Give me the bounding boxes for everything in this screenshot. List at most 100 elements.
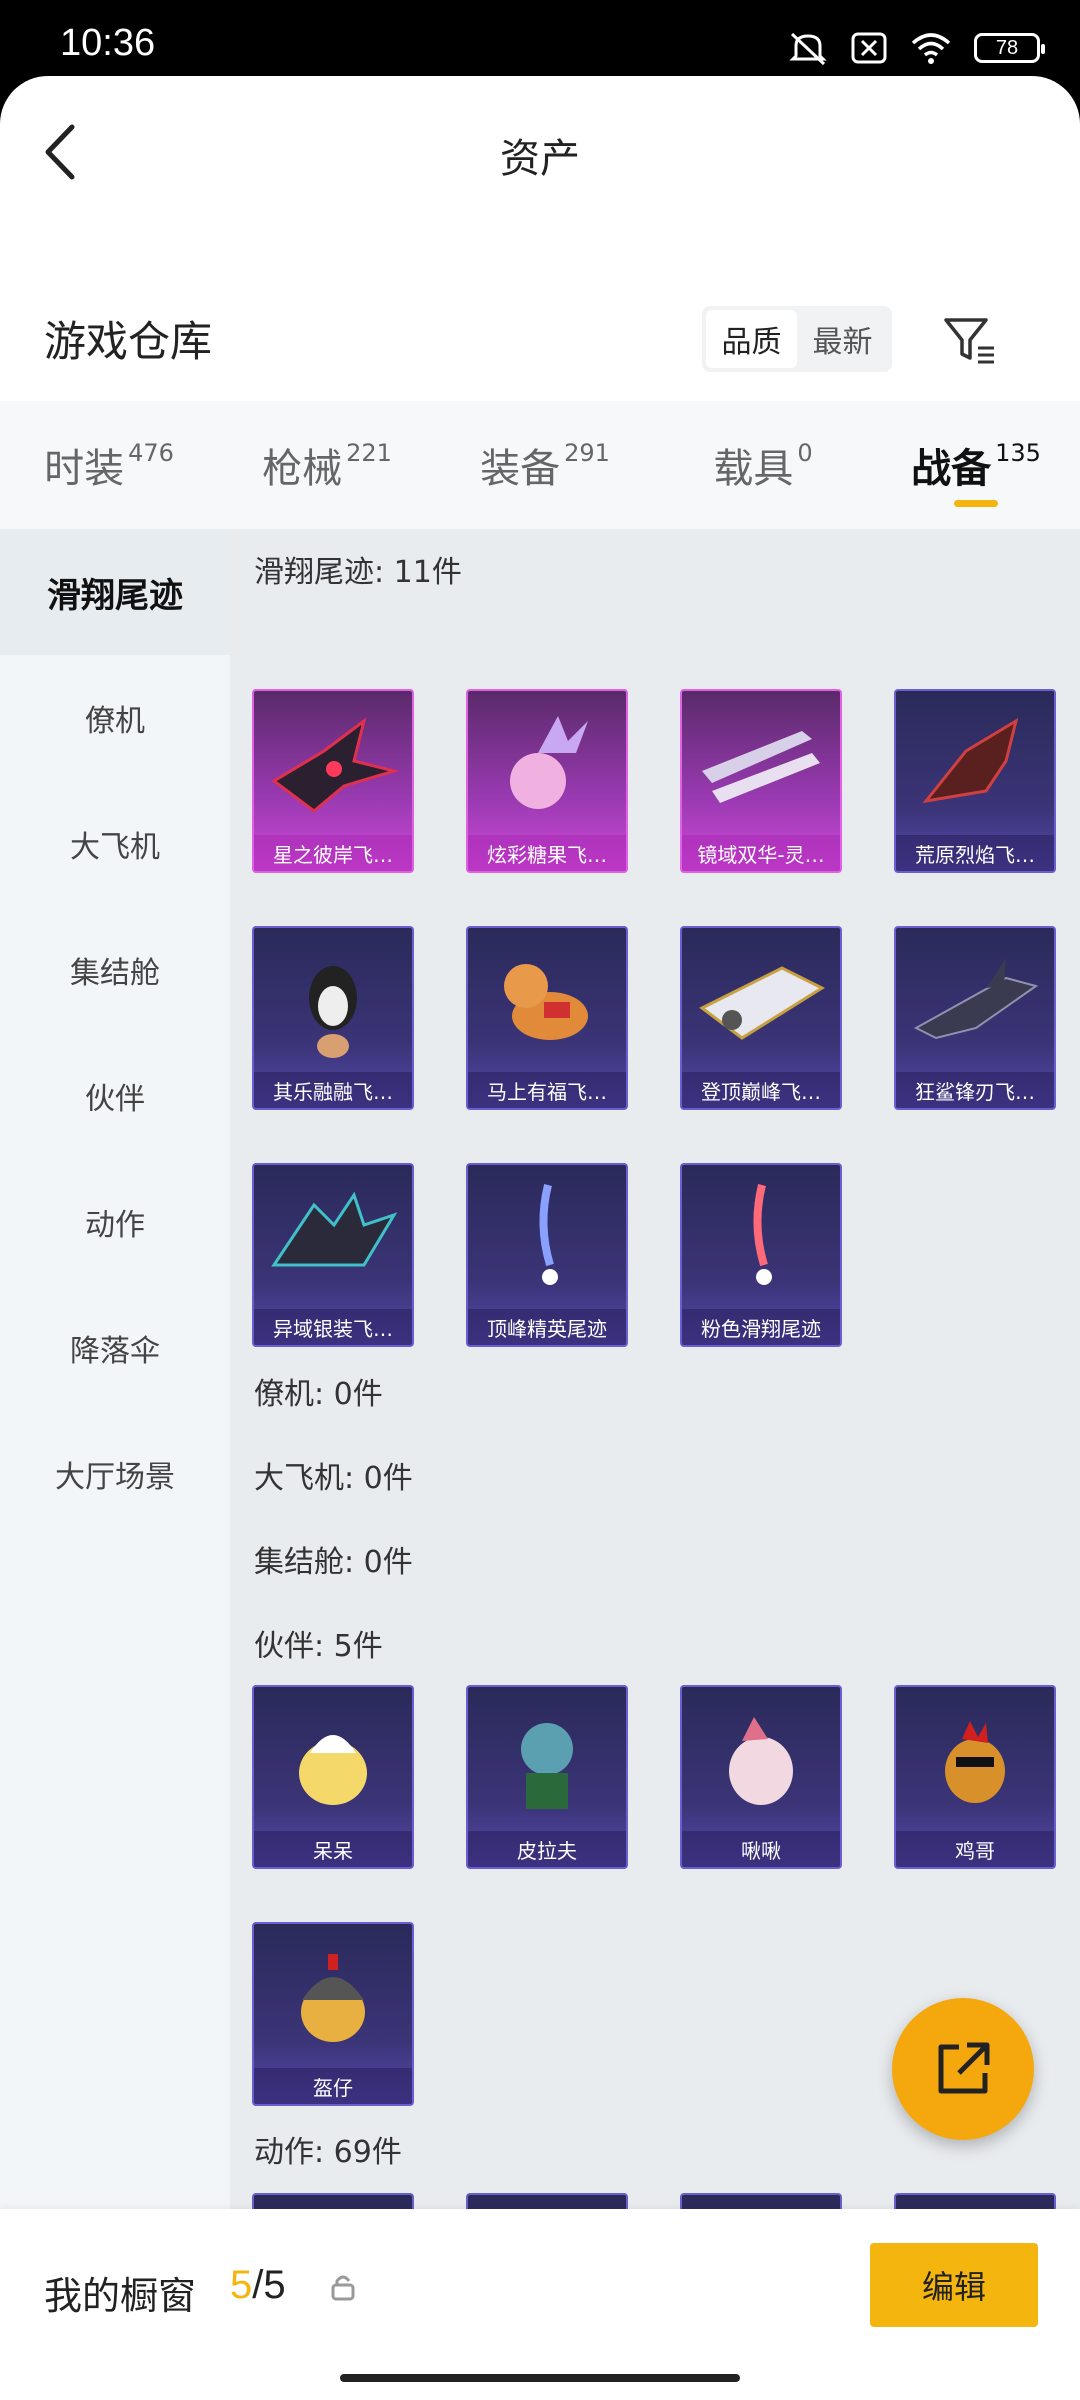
item-name: 盔仔: [254, 2068, 412, 2104]
item-card[interactable]: 盔仔: [252, 1922, 414, 2106]
status-icons: 78: [788, 30, 1045, 66]
pink-bird-icon: [729, 1717, 793, 1805]
dance-pose-icon: [468, 2195, 626, 2209]
item-card[interactable]: 其乐融融飞…: [252, 926, 414, 1110]
item-grid-area: 滑翔尾迹: 11件 星之彼岸飞… 炫彩糖果飞… 镜域双华-灵… 荒原烈焰飞… 其…: [230, 529, 1080, 2209]
helmet-chick-icon: [301, 1954, 365, 2042]
item-card[interactable]: 马上有福飞…: [466, 926, 628, 1110]
sidebar-item-rally-pod[interactable]: 集结舱: [0, 907, 230, 1033]
filter-button[interactable]: [940, 310, 1000, 370]
showcase-current: 5: [230, 2263, 253, 2307]
tab-weapons[interactable]: 枪械 221: [218, 401, 436, 529]
item-name: 顶峰精英尾迹: [468, 1309, 626, 1345]
item-card[interactable]: [252, 2193, 414, 2209]
home-indicator[interactable]: [340, 2374, 740, 2382]
sort-toggle: 品质 最新: [702, 306, 892, 372]
sidebar-item-wingman[interactable]: 僚机: [0, 655, 230, 781]
item-card[interactable]: 镜域双华-灵…: [680, 689, 842, 873]
tab-count: 291: [564, 439, 610, 467]
edit-button[interactable]: 编辑: [870, 2243, 1038, 2327]
item-card[interactable]: 星之彼岸飞…: [252, 689, 414, 873]
item-card[interactable]: 啾啾: [680, 1685, 842, 1869]
item-card[interactable]: 皮拉夫: [466, 1685, 628, 1869]
item-card[interactable]: 狂鲨锋刃飞…: [894, 926, 1056, 1110]
tab-label: 战备: [911, 446, 992, 492]
warehouse-title: 游戏仓库: [44, 317, 213, 366]
sidebar: 滑翔尾迹 僚机 大飞机 集结舱 伙伴 动作 降落伞 大厅场景: [0, 529, 230, 2209]
item-card[interactable]: [894, 2193, 1056, 2209]
category-label-glide-trail: 滑翔尾迹: 11件: [254, 555, 462, 590]
item-card[interactable]: 登顶巅峰飞…: [680, 926, 842, 1110]
showcase-count: 5/5: [230, 2263, 286, 2308]
sidebar-item-parachute[interactable]: 降落伞: [0, 1285, 230, 1411]
item-card[interactable]: 荒原烈焰飞…: [894, 689, 1056, 873]
item-name: 星之彼岸飞…: [254, 835, 412, 871]
page-title: 资产: [500, 136, 580, 182]
lock-icon: [331, 2275, 355, 2301]
tab-battle-prep[interactable]: 战备 135: [872, 401, 1080, 529]
battery-level: 78: [995, 36, 1019, 59]
header: 资产: [0, 76, 1080, 226]
item-card[interactable]: 顶峰精英尾迹: [466, 1163, 628, 1347]
pink-trail-icon: [753, 1184, 772, 1285]
item-card[interactable]: 炫彩糖果飞…: [466, 689, 628, 873]
item-name: 啾啾: [682, 1831, 840, 1867]
status-bar: 10:36 78: [0, 0, 1080, 78]
tab-label: 时装: [44, 446, 125, 492]
item-card[interactable]: 鸡哥: [894, 1685, 1056, 1869]
sort-newest-button[interactable]: 最新: [797, 310, 888, 368]
trail-smoke-icon: [539, 1184, 558, 1285]
item-name: 皮拉夫: [468, 1831, 626, 1867]
category-label-emote: 动作: 69件: [254, 2135, 402, 2170]
app-screen: 资产 游戏仓库 品质 最新 时装 476 枪械 221 装备 291 载具 0 战备 13…: [0, 76, 1080, 2400]
pilaf-icon: [521, 1723, 573, 1809]
share-fab-button[interactable]: [892, 1998, 1034, 2140]
jet-icon: [699, 966, 826, 1040]
tab-count: 135: [995, 439, 1041, 467]
item-card[interactable]: 呆呆: [252, 1685, 414, 1869]
tab-equipment[interactable]: 装备 291: [436, 401, 654, 529]
dance-pose-icon: [254, 2195, 412, 2209]
battery-icon: 78: [974, 33, 1045, 63]
tab-fashion[interactable]: 时装 476: [0, 401, 218, 529]
tab-label: 枪械: [262, 446, 343, 492]
item-name: 其乐融融飞…: [254, 1072, 412, 1108]
category-label-rally-pod: 集结舱: 0件: [254, 1545, 413, 1580]
item-name: 镜域双华-灵…: [682, 835, 840, 871]
item-name: 荒原烈焰飞…: [896, 835, 1054, 871]
item-name: 炫彩糖果飞…: [468, 835, 626, 871]
category-label-wingman: 僚机: 0件: [254, 1377, 383, 1412]
category-tabs: 时装 476 枪械 221 装备 291 载具 0 战备 135: [0, 401, 1080, 529]
item-name: 粉色滑翔尾迹: [682, 1309, 840, 1345]
item-name: 呆呆: [254, 1831, 412, 1867]
item-name: 马上有福飞…: [468, 1072, 626, 1108]
tab-label: 装备: [480, 446, 561, 492]
shark-icon: [913, 958, 1039, 1040]
rooster-icon: [945, 1721, 1005, 1803]
penguin-icon: [309, 966, 357, 1058]
item-name: 异域银装飞…: [254, 1309, 412, 1345]
warehouse-header: 游戏仓库 品质 最新: [0, 276, 1080, 386]
sim-off-icon: [851, 32, 887, 64]
sidebar-item-glide-trail[interactable]: 滑翔尾迹: [0, 529, 230, 655]
glide-trail-wing-icon: [271, 717, 400, 813]
dance-pose-icon: [682, 2195, 840, 2209]
item-card[interactable]: 异域银装飞…: [252, 1163, 414, 1347]
mute-icon: [789, 32, 827, 66]
sidebar-item-lobby-scene[interactable]: 大厅场景: [0, 1411, 230, 1537]
item-card[interactable]: 粉色滑翔尾迹: [680, 1163, 842, 1347]
dance-pose-icon: [896, 2195, 1054, 2209]
tab-vehicles[interactable]: 载具 0: [654, 401, 872, 529]
showcase-total: /5: [252, 2263, 286, 2307]
tab-count: 0: [797, 439, 813, 467]
sidebar-item-big-plane[interactable]: 大飞机: [0, 781, 230, 907]
sidebar-item-partner[interactable]: 伙伴: [0, 1033, 230, 1159]
item-name: 狂鲨锋刃飞…: [896, 1072, 1054, 1108]
item-card[interactable]: [680, 2193, 842, 2209]
item-name: 鸡哥: [896, 1831, 1054, 1867]
external-link-icon: [938, 2042, 990, 2094]
sort-quality-button[interactable]: 品质: [706, 310, 797, 368]
sidebar-item-emote[interactable]: 动作: [0, 1159, 230, 1285]
item-card[interactable]: [466, 2193, 628, 2209]
showcase-label: 我的橱窗: [44, 2274, 197, 2318]
